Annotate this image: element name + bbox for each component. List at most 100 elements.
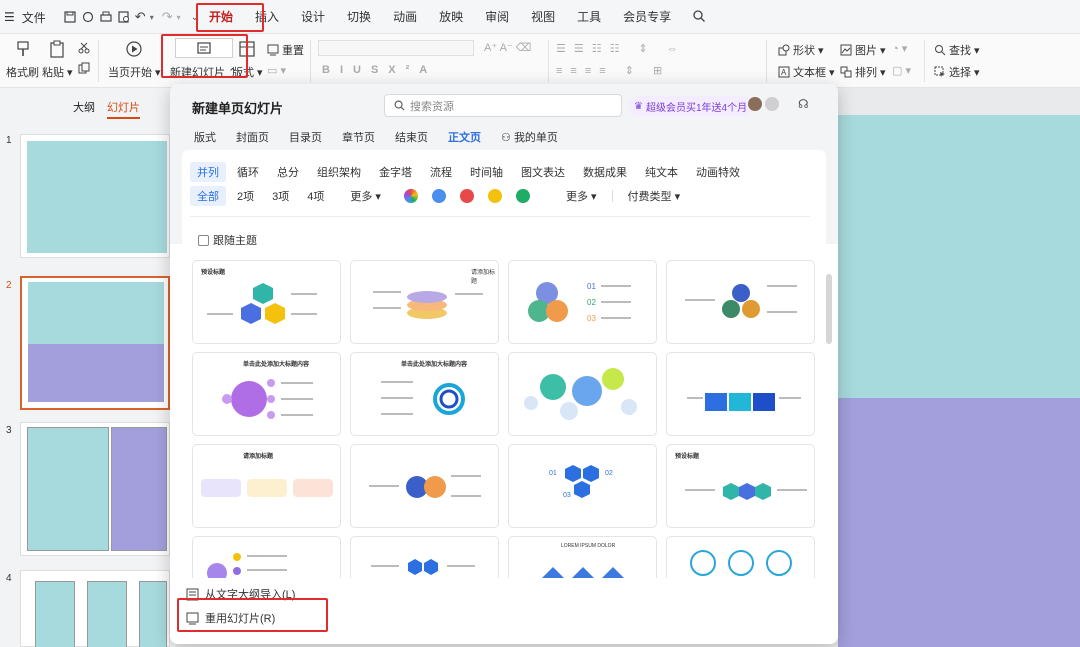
category-org[interactable]: 组织架构 (310, 162, 368, 182)
avatar[interactable] (748, 97, 762, 111)
tab-outline[interactable]: 大纲 (73, 99, 95, 119)
color-filter-red[interactable] (459, 189, 474, 203)
outline-button[interactable]: ▢ ▾ (892, 64, 911, 77)
font-format-buttons[interactable]: BIUSX²A (322, 64, 437, 76)
category-animation[interactable]: 动画特效 (689, 162, 747, 182)
template-card[interactable]: 请添加标题 (350, 260, 499, 344)
template-card[interactable]: 预设标题 (192, 260, 341, 344)
count-4[interactable]: 4项 (300, 186, 331, 206)
template-card[interactable] (192, 536, 341, 580)
paragraph-buttons[interactable]: ☰☰☷☷ ⇕ ⇔ (556, 42, 686, 55)
tab-design[interactable]: 设计 (290, 0, 336, 34)
section-button[interactable]: ▭ ▾ (267, 64, 286, 77)
category-process[interactable]: 流程 (423, 162, 459, 182)
redo-dropdown-icon[interactable]: ▾ (177, 13, 181, 22)
category-total[interactable]: 总分 (270, 162, 306, 182)
tab-membership[interactable]: 会员专享 (612, 0, 682, 34)
cut-icon[interactable] (78, 42, 90, 54)
pay-type-dropdown[interactable]: 付费类型 ▾ (621, 186, 688, 206)
preview-icon[interactable] (117, 10, 131, 24)
category-cycle[interactable]: 循环 (230, 162, 266, 182)
template-card[interactable] (666, 260, 815, 344)
fill-button[interactable]: ◔ ▾ (892, 42, 907, 55)
slide-thumbnail[interactable] (20, 422, 170, 556)
follow-theme-checkbox[interactable]: 跟随主题 (198, 232, 257, 248)
tab-slides[interactable]: 幻灯片 (107, 99, 140, 119)
file-menu[interactable]: 文件 (19, 9, 49, 26)
arrange-button[interactable]: 排列 ▾ (840, 64, 886, 80)
template-card[interactable]: 预设标题 (666, 444, 815, 528)
category-timeline[interactable]: 时间轴 (463, 162, 510, 182)
category-image-text[interactable]: 图文表达 (514, 162, 572, 182)
template-card[interactable] (666, 536, 815, 580)
search-icon[interactable] (692, 9, 706, 26)
select-button[interactable]: 选择 ▾ (934, 64, 980, 80)
vip-promo-badge[interactable]: ♛ 超级会员买1年送4个月 (628, 96, 754, 116)
popup-title: 新建单页幻灯片 (192, 101, 284, 116)
reset-button[interactable]: 重置 (267, 42, 304, 58)
font-family-select[interactable] (318, 40, 474, 56)
tab-view[interactable]: 视图 (520, 0, 566, 34)
category-data[interactable]: 数据成果 (576, 162, 634, 182)
template-card[interactable]: 单击此处添加大标题内容 (350, 352, 499, 436)
textbox-button[interactable]: A 文本框 ▾ (778, 64, 835, 80)
resource-search-input[interactable]: 搜索资源 (384, 94, 622, 117)
copy-icon[interactable] (78, 62, 90, 74)
color-filter-green[interactable] (515, 189, 530, 203)
divider (611, 190, 613, 202)
save-icon[interactable] (63, 10, 77, 24)
more-color-dropdown[interactable]: 更多 ▾ (559, 186, 604, 206)
circle-trio-icon (685, 284, 797, 318)
find-button[interactable]: 查找 ▾ (934, 42, 980, 58)
template-card[interactable]: 请添加标题 (192, 444, 341, 528)
picture-button[interactable]: 图片 ▾ (840, 42, 886, 58)
avatar[interactable] (765, 97, 779, 111)
slide-thumbnail[interactable] (20, 134, 170, 258)
current-slide[interactable] (838, 115, 1080, 647)
export-icon[interactable] (81, 10, 95, 24)
tab-transition[interactable]: 切换 (336, 0, 382, 34)
category-pyramid[interactable]: 金字塔 (372, 162, 419, 182)
align-buttons[interactable]: ≡≡≡≡ ⇕ ⊞ (556, 64, 670, 77)
more-count-dropdown[interactable]: 更多 ▾ (343, 186, 388, 206)
template-card[interactable]: 单击此处添加大标题内容 (192, 352, 341, 436)
hamburger-icon[interactable]: ☰ (4, 10, 15, 24)
template-card[interactable] (350, 536, 499, 580)
headset-icon[interactable]: ☊ (798, 97, 809, 111)
from-current-slide-button[interactable]: 当页开始 ▾ (108, 40, 161, 80)
tab-animation[interactable]: 动画 (382, 0, 428, 34)
count-3[interactable]: 3项 (265, 186, 296, 206)
template-card[interactable]: 01 02 03 (508, 260, 657, 344)
slide-thumbnail-selected[interactable] (20, 276, 170, 410)
popup-scrollbar[interactable] (826, 274, 832, 344)
tab-tools[interactable]: 工具 (566, 0, 612, 34)
tab-review[interactable]: 审阅 (474, 0, 520, 34)
count-all[interactable]: 全部 (190, 186, 226, 206)
hex-pair-icon (371, 559, 475, 575)
shape-button[interactable]: 形状 ▾ (778, 42, 824, 58)
count-2[interactable]: 2项 (230, 186, 261, 206)
tab-slideshow[interactable]: 放映 (428, 0, 474, 34)
category-parallel[interactable]: 并列 (190, 162, 226, 182)
template-card[interactable] (508, 352, 657, 436)
template-card[interactable]: 01 02 03 (508, 444, 657, 528)
paste-button[interactable]: 粘贴 ▾ (42, 40, 73, 80)
category-plain-text[interactable]: 纯文本 (638, 162, 685, 182)
hex-row-icon (685, 483, 807, 500)
color-filter-blue[interactable] (431, 189, 446, 203)
font-size-buttons[interactable]: A⁺ A⁻ ⌫ (484, 41, 531, 54)
rainbow-color-icon[interactable] (403, 189, 418, 203)
print-icon[interactable] (99, 10, 113, 24)
template-card[interactable] (350, 444, 499, 528)
checkbox[interactable] (198, 234, 209, 246)
slide-lower-shape[interactable] (838, 398, 1080, 647)
undo-icon[interactable]: ↶ (135, 9, 146, 25)
template-card[interactable] (666, 352, 815, 436)
slide-thumbnail[interactable] (20, 570, 170, 647)
color-filter-yellow[interactable] (487, 189, 502, 203)
search-icon (394, 100, 405, 111)
format-painter-button[interactable]: 格式刷 (6, 40, 39, 80)
undo-dropdown-icon[interactable]: ▾ (150, 13, 154, 22)
template-card[interactable]: LOREM IPSUM DOLOR (508, 536, 657, 580)
redo-icon[interactable]: ↷ (162, 9, 173, 25)
